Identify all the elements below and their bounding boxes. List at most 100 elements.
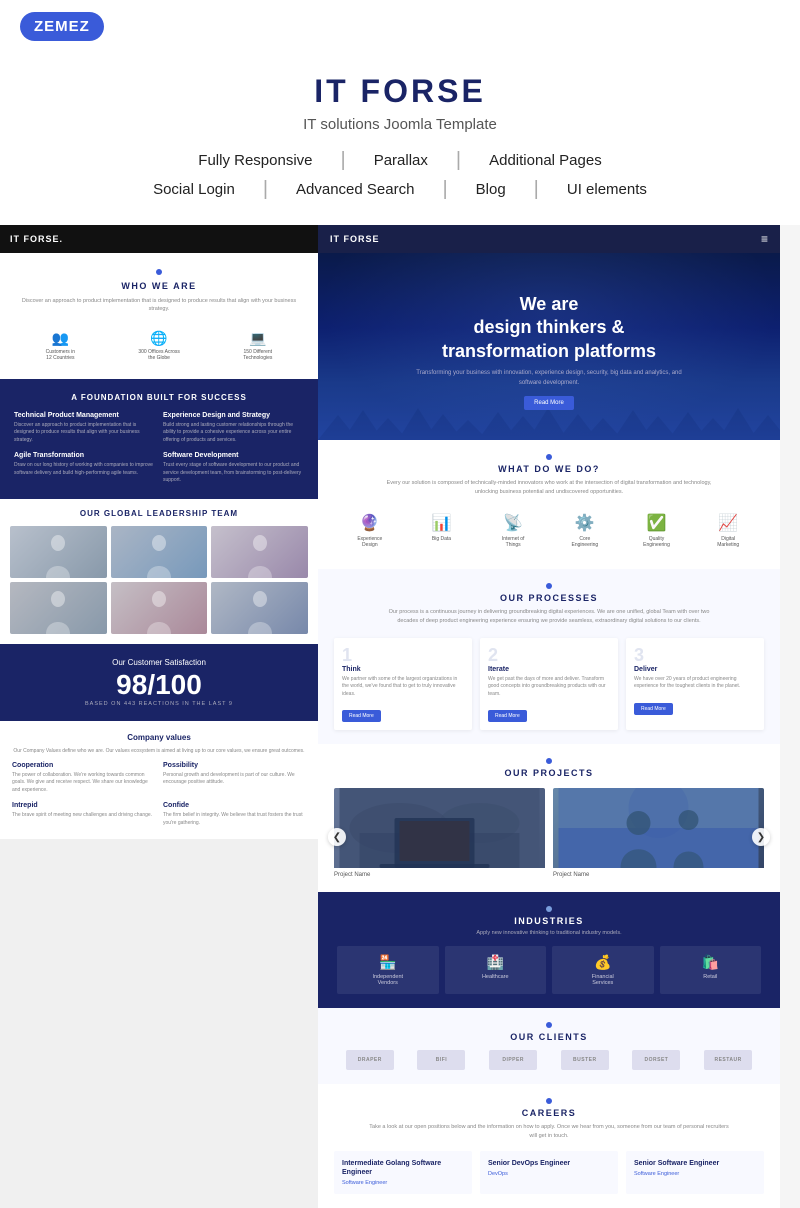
- offices-icon: 🌐: [138, 330, 180, 347]
- feature-fully-responsive: Fully Responsive: [184, 152, 326, 169]
- foundation-item-1-title: Technical Product Management: [14, 412, 155, 419]
- step-3-title: Deliver: [634, 666, 756, 673]
- satisfaction-sub: BASED ON 443 REACTIONS IN THE LAST 9: [14, 701, 304, 707]
- hamburger-icon[interactable]: ≡: [761, 232, 768, 246]
- section-dot: [156, 269, 162, 275]
- project-label-1: Project Name: [334, 872, 545, 878]
- financial-icon: 💰: [562, 954, 644, 971]
- projects-arrow-left[interactable]: ❮: [328, 828, 346, 846]
- processes-section: OUR PROCESSES Our process is a continuou…: [318, 569, 780, 744]
- step-3-num: 3: [634, 646, 756, 664]
- preview-container: IT FORSE. WHO WE ARE Discover an approac…: [0, 225, 800, 1208]
- right-navbar: IT FORSE ≡: [318, 225, 780, 253]
- industries-section: INDUSTRIES Apply new innovative thinking…: [318, 892, 780, 1008]
- client-3-text: DIPPER: [502, 1057, 524, 1063]
- left-panel: IT FORSE. WHO WE ARE Discover an approac…: [0, 225, 318, 1208]
- vendors-icon: 🏪: [347, 954, 429, 971]
- industries-title: INDUSTRIES: [334, 916, 764, 926]
- experience-icon: 🔮: [334, 513, 406, 533]
- team-photo-4: [10, 582, 107, 634]
- header: ZEMEZ: [0, 0, 800, 53]
- right-panel: IT FORSE ≡: [318, 225, 780, 1208]
- tech-icon: 💻: [243, 330, 272, 347]
- job-1-sub: Software Engineer: [342, 1180, 464, 1186]
- client-logo-2: BIFI: [417, 1050, 465, 1070]
- core-label: CoreEngineering: [549, 536, 621, 549]
- financial-label: FinancialServices: [562, 974, 644, 986]
- foundation-title: A FOUNDATION BUILT FOR SUCCESS: [14, 393, 304, 402]
- services-row: 🔮 ExperienceDesign 📊 Big Data 📡 Internet…: [334, 507, 764, 555]
- foundation-section: A FOUNDATION BUILT FOR SUCCESS Technical…: [0, 379, 318, 499]
- sep-3: |: [249, 178, 282, 201]
- retail-icon: 🛍️: [670, 954, 752, 971]
- careers-description: Take a look at our open positions below …: [369, 1123, 729, 1141]
- client-5-text: DORSET: [645, 1057, 669, 1063]
- zemez-logo[interactable]: ZEMEZ: [20, 12, 104, 41]
- value-3-title: Intrepid: [12, 802, 155, 809]
- iot-icon: 📡: [477, 513, 549, 533]
- bigdata-label: Big Data: [406, 536, 478, 543]
- values-grid: Cooperation The power of collaboration. …: [12, 762, 306, 828]
- client-logo-6: RESTAUR: [704, 1050, 752, 1070]
- values-description: Our Company Values define who we are. Ou…: [12, 748, 306, 754]
- foundation-item-4-title: Software Development: [163, 452, 304, 459]
- satisfaction-section: Our Customer Satisfaction 98/100 BASED O…: [0, 644, 318, 721]
- left-logo: IT FORSE.: [10, 234, 63, 244]
- step-think: 1 Think We partner with some of the larg…: [334, 638, 472, 731]
- foundation-item-2-text: Build strong and lasting customer relati…: [163, 422, 304, 445]
- client-1-text: DRAPER: [358, 1057, 382, 1063]
- projects-grid: ❮ Project Nam: [334, 788, 764, 878]
- stat-offices: 🌐 300 Offices Acrossthe Globe: [138, 330, 180, 361]
- step-2-btn[interactable]: Read More: [488, 710, 527, 722]
- project-card-2: Project Name: [553, 788, 764, 878]
- job-card-3: Senior Software Engineer Software Engine…: [626, 1151, 764, 1194]
- feature-additional-pages: Additional Pages: [475, 152, 616, 169]
- step-1-btn[interactable]: Read More: [342, 710, 381, 722]
- value-3-text: The brave spirit of meeting new challeng…: [12, 812, 155, 820]
- client-logo-1: DRAPER: [346, 1050, 394, 1070]
- step-deliver: 3 Deliver We have over 20 years of produ…: [626, 638, 764, 731]
- step-3-btn[interactable]: Read More: [634, 703, 673, 715]
- foundation-item-4-text: Trust every stage of software developmen…: [163, 462, 304, 485]
- careers-dot: [546, 1098, 552, 1104]
- client-logo-3: DIPPER: [489, 1050, 537, 1070]
- service-digital: 📈 DigitalMarketing: [692, 513, 764, 549]
- feature-advanced-search: Advanced Search: [282, 181, 428, 198]
- sep-2: |: [442, 149, 475, 172]
- step-3-text: We have over 20 years of product enginee…: [634, 676, 756, 691]
- leadership-title: OUR GLOBAL LEADERSHIP TEAM: [10, 509, 308, 518]
- processes-title: OUR PROCESSES: [334, 593, 764, 603]
- feature-ui-elements: UI elements: [553, 181, 661, 198]
- step-1-title: Think: [342, 666, 464, 673]
- projects-section: OUR PROJECTS ❮: [318, 744, 780, 892]
- iot-label: Internet ofThings: [477, 536, 549, 549]
- quality-icon: ✅: [621, 513, 693, 533]
- vendors-label: IndependentVendors: [347, 974, 429, 986]
- healthcare-icon: 🏥: [455, 954, 537, 971]
- clients-section: OUR CLIENTS DRAPER BIFI DIPPER BUSTER DO…: [318, 1008, 780, 1084]
- projects-dot: [546, 758, 552, 764]
- projects-arrow-right[interactable]: ❯: [752, 828, 770, 846]
- industry-retail: 🛍️ Retail: [660, 946, 762, 994]
- client-4-text: BUSTER: [573, 1057, 597, 1063]
- value-4-text: The firm belief in integrity. We believe…: [163, 812, 306, 827]
- value-4-title: Confide: [163, 802, 306, 809]
- value-confide: Confide The firm belief in integrity. We…: [163, 802, 306, 827]
- steps-row: 1 Think We partner with some of the larg…: [334, 638, 764, 731]
- client-logo-4: BUSTER: [561, 1050, 609, 1070]
- satisfaction-score: 98/100: [14, 671, 304, 699]
- digital-icon: 📈: [692, 513, 764, 533]
- hero-description: Transforming your business with innovati…: [409, 369, 689, 388]
- value-1-title: Cooperation: [12, 762, 155, 769]
- project-image-1: [334, 788, 545, 868]
- hero-cta-button[interactable]: Read More: [524, 396, 574, 410]
- foundation-item-3-title: Agile Transformation: [14, 452, 155, 459]
- service-quality: ✅ QualityEngineering: [621, 513, 693, 549]
- job-2-title: Senior DevOps Engineer: [488, 1159, 610, 1168]
- clients-logos-row: DRAPER BIFI DIPPER BUSTER DORSET RESTAUR: [334, 1050, 764, 1070]
- job-1-title: Intermediate Golang Software Engineer: [342, 1159, 464, 1177]
- project-card-1: Project Name: [334, 788, 545, 878]
- right-logo: IT FORSE: [330, 234, 380, 244]
- page-subtitle: IT solutions Joomla Template: [40, 116, 760, 133]
- values-title: Company values: [12, 733, 306, 742]
